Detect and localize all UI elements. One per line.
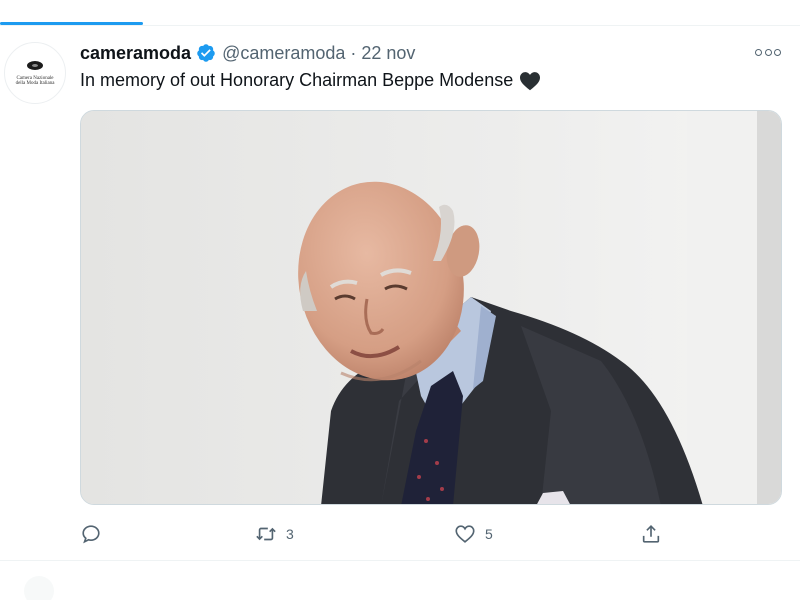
divider	[0, 560, 800, 561]
tweet-text: In memory of out Honorary Chairman Beppe…	[80, 70, 541, 91]
share-icon	[642, 525, 660, 543]
tweet-header: cameramoda @cameramoda · 22 nov	[80, 42, 415, 64]
black-heart-icon	[519, 71, 541, 91]
avatar-text-line2: della Moda Italiana	[15, 80, 55, 86]
like-button[interactable]: 5	[454, 522, 493, 546]
avatar[interactable]: Camera Nazionale della Moda Italiana	[4, 42, 66, 104]
tweet-date[interactable]: 22 nov	[361, 43, 415, 64]
display-name[interactable]: cameramoda	[80, 43, 191, 64]
handle[interactable]: @cameramoda	[222, 43, 345, 64]
verified-badge-icon	[196, 43, 216, 63]
retweet-icon	[256, 527, 276, 541]
reply-icon	[82, 525, 100, 544]
next-tweet-avatar[interactable]	[24, 576, 54, 600]
retweet-button[interactable]: 3	[255, 522, 294, 546]
reply-button[interactable]	[80, 522, 111, 546]
timeline-page: Camera Nazionale della Moda Italiana cam…	[0, 0, 800, 600]
tweet[interactable]: Camera Nazionale della Moda Italiana cam…	[0, 26, 800, 561]
cnmi-logo-icon	[27, 60, 43, 70]
photo-illustration	[81, 111, 781, 504]
heart-icon	[455, 525, 475, 543]
tweet-actions: 3 5	[80, 522, 720, 546]
tweet-photo[interactable]	[80, 110, 782, 505]
retweet-count: 3	[286, 526, 294, 542]
separator-dot: ·	[350, 42, 357, 63]
avatar-logo-text: Camera Nazionale della Moda Italiana	[7, 76, 63, 86]
like-count: 5	[485, 526, 493, 542]
share-button[interactable]	[640, 522, 671, 546]
more-options-icon[interactable]	[755, 46, 781, 58]
tweet-text-content: In memory of out Honorary Chairman Beppe…	[80, 70, 514, 90]
